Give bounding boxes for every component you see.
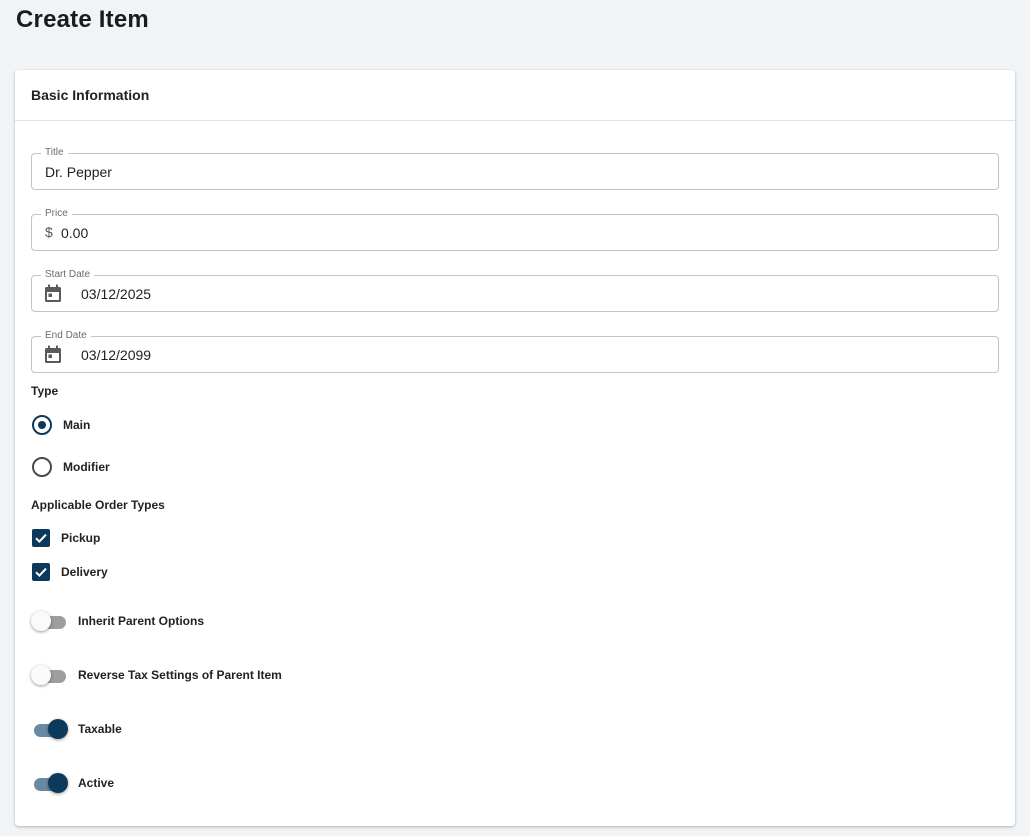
type-option-modifier[interactable]: Modifier [31, 457, 110, 477]
toggle-switch[interactable] [31, 610, 69, 632]
calendar-icon[interactable] [44, 284, 62, 303]
toggle-label: Taxable [78, 722, 122, 736]
order-types-label: Applicable Order Types [31, 498, 165, 512]
page-title: Create Item [16, 6, 149, 33]
type-option-label: Modifier [63, 460, 110, 474]
basic-information-card: Basic Information Title Price $ Start Da… [15, 70, 1015, 826]
price-field[interactable]: Price $ [31, 207, 999, 251]
toggle-taxable[interactable]: Taxable [31, 718, 122, 740]
toggle-label: Active [78, 776, 115, 790]
card-header: Basic Information [15, 70, 1015, 121]
radio-unchecked-icon[interactable] [32, 457, 52, 477]
end-date-input[interactable] [81, 337, 988, 372]
start-date-input[interactable] [81, 276, 988, 311]
type-option-label: Main [63, 418, 91, 432]
price-input[interactable] [61, 215, 988, 250]
toggle-switch[interactable] [31, 664, 69, 686]
order-type-pickup[interactable]: Pickup [31, 529, 100, 547]
type-option-main[interactable]: Main [31, 415, 90, 435]
checkbox-checked-icon[interactable] [32, 563, 50, 581]
order-type-label: Pickup [61, 531, 101, 545]
start-date-field[interactable]: Start Date [31, 268, 999, 312]
end-date-field[interactable]: End Date [31, 329, 999, 373]
checkbox-checked-icon[interactable] [32, 529, 50, 547]
title-field[interactable]: Title [31, 146, 999, 190]
toggle-inherit-parent-options[interactable]: Inherit Parent Options [31, 610, 204, 632]
order-type-label: Delivery [61, 565, 108, 579]
toggle-switch[interactable] [31, 772, 69, 794]
toggle-label: Reverse Tax Settings of Parent Item [78, 668, 282, 682]
calendar-icon[interactable] [44, 345, 62, 364]
currency-prefix: $ [45, 224, 53, 240]
toggle-switch[interactable] [31, 718, 69, 740]
toggle-active[interactable]: Active [31, 772, 114, 794]
order-type-delivery[interactable]: Delivery [31, 563, 108, 581]
radio-checked-icon[interactable] [32, 415, 52, 435]
title-input[interactable] [45, 154, 988, 189]
type-label: Type [31, 384, 59, 398]
toggle-label: Inherit Parent Options [78, 614, 205, 628]
toggle-reverse-tax-settings[interactable]: Reverse Tax Settings of Parent Item [31, 664, 282, 686]
